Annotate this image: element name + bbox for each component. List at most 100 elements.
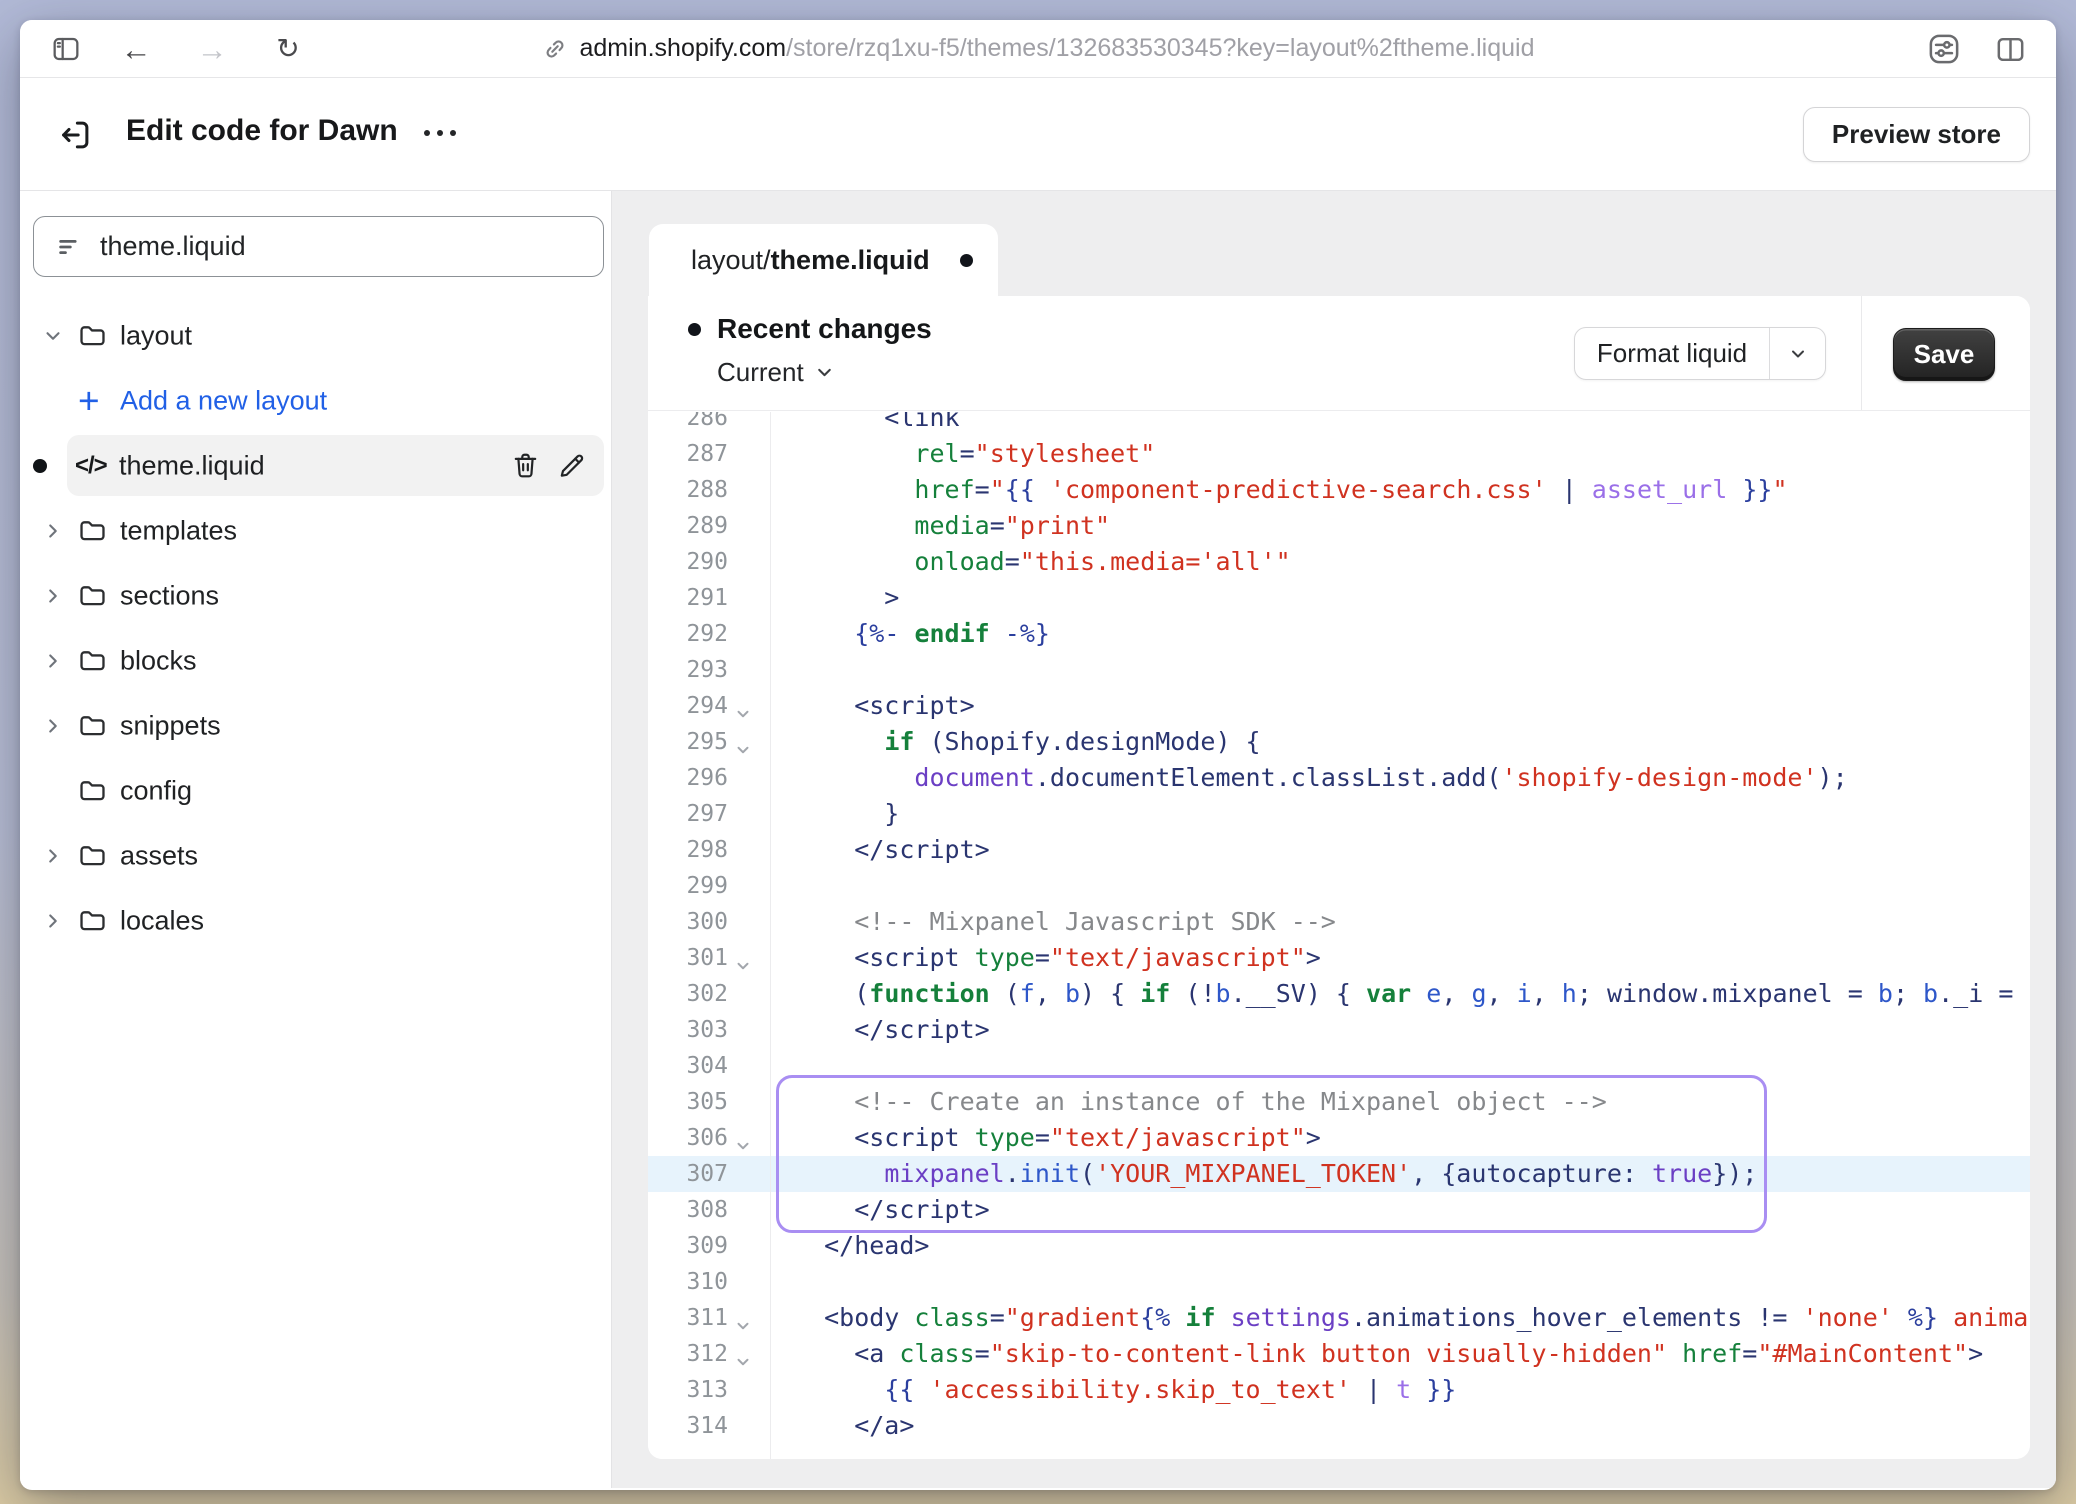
code-text: (function (f, b) { if (!b.__SV) { var e,…	[794, 976, 2030, 1012]
code-text: }	[794, 796, 2030, 832]
sidebar-folder-blocks[interactable]: blocks	[20, 628, 611, 693]
chevron-right-icon[interactable]	[42, 715, 64, 737]
code-text: <a class="skip-to-content-link button vi…	[794, 1336, 2030, 1372]
code-text: {{ 'accessibility.skip_to_text' | t }}	[794, 1372, 2030, 1408]
code-line[interactable]: 303 </script>	[648, 1012, 2030, 1048]
code-line[interactable]: 297 }	[648, 796, 2030, 832]
fold-toggle-icon[interactable]	[734, 733, 764, 753]
code-line[interactable]: 286 <link	[648, 412, 2030, 436]
unsaved-indicator-dot	[33, 459, 47, 473]
tab-file-name: theme.liquid	[771, 245, 930, 276]
folder-icon	[77, 320, 108, 351]
code-text: {%- endif -%}	[794, 616, 2030, 652]
code-line[interactable]: 304	[648, 1048, 2030, 1084]
file-label: theme.liquid	[119, 450, 265, 481]
sidebar-folder-assets[interactable]: assets	[20, 823, 611, 888]
file-search-input[interactable]: theme.liquid	[33, 216, 604, 277]
code-line[interactable]: 313 {{ 'accessibility.skip_to_text' | t …	[648, 1372, 2030, 1408]
fold-toggle-icon[interactable]	[734, 1309, 764, 1329]
split-view-icon[interactable]	[1988, 20, 2032, 78]
browser-sidebar-toggle-icon[interactable]	[44, 20, 88, 78]
fold-spacer	[734, 877, 764, 897]
add-new-layout-button[interactable]: +Add a new layout	[20, 368, 611, 433]
line-number: 296	[648, 760, 728, 796]
version-selector[interactable]: Current	[717, 357, 932, 388]
code-line[interactable]: 309 </head>	[648, 1228, 2030, 1264]
more-options-icon[interactable]	[424, 130, 456, 136]
chevron-right-icon[interactable]	[42, 910, 64, 932]
tab-theme-liquid[interactable]: layout/theme.liquid	[649, 224, 998, 297]
code-line[interactable]: 298 </script>	[648, 832, 2030, 868]
preview-store-button[interactable]: Preview store	[1803, 107, 2030, 162]
back-button-icon[interactable]: ←	[114, 20, 158, 78]
code-line[interactable]: 302 (function (f, b) { if (!b.__SV) { va…	[648, 976, 2030, 1012]
fold-spacer	[734, 913, 764, 933]
browser-toolbar: ← → ↻ admin.shopify.com/store/rzq1xu-f5/…	[20, 20, 2056, 78]
line-number: 309	[648, 1228, 728, 1264]
chevron-right-icon[interactable]	[42, 520, 64, 542]
delete-file-icon[interactable]	[510, 450, 541, 481]
fold-toggle-icon[interactable]	[734, 697, 764, 717]
code-line[interactable]: 299	[648, 868, 2030, 904]
code-line[interactable]: 300 <!-- Mixpanel Javascript SDK -->	[648, 904, 2030, 940]
code-line[interactable]: 307 mixpanel.init('YOUR_MIXPANEL_TOKEN',…	[648, 1156, 2030, 1192]
sidebar-folder-layout[interactable]: layout	[20, 303, 611, 368]
app-header: Edit code for Dawn Preview store	[20, 78, 2056, 191]
code-text: rel="stylesheet"	[794, 436, 2030, 472]
sidebar-folder-snippets[interactable]: snippets	[20, 693, 611, 758]
code-line[interactable]: 306 <script type="text/javascript">	[648, 1120, 2030, 1156]
code-line[interactable]: 296 document.documentElement.classList.a…	[648, 760, 2030, 796]
save-button[interactable]: Save	[1893, 328, 1995, 381]
code-text: </a>	[794, 1408, 2030, 1444]
code-area[interactable]: 286 <link287 rel="stylesheet"288 href="{…	[648, 412, 2030, 1459]
code-line[interactable]: 292 {%- endif -%}	[648, 616, 2030, 652]
editor-card-header: Recent changes Current Format liquid	[648, 296, 2030, 411]
code-line[interactable]: 287 rel="stylesheet"	[648, 436, 2030, 472]
chevron-right-icon[interactable]	[42, 585, 64, 607]
page-settings-icon[interactable]	[1920, 20, 1968, 78]
code-line[interactable]: 310	[648, 1264, 2030, 1300]
fold-toggle-icon[interactable]	[734, 949, 764, 969]
sidebar-folder-locales[interactable]: locales	[20, 888, 611, 953]
chevron-right-icon[interactable]	[42, 650, 64, 672]
line-number: 300	[648, 904, 728, 940]
line-number: 294	[648, 688, 728, 724]
reload-button-icon[interactable]: ↻	[266, 20, 310, 78]
format-liquid-dropdown[interactable]	[1769, 328, 1825, 379]
fold-toggle-icon[interactable]	[734, 1129, 764, 1149]
rename-file-icon[interactable]	[556, 450, 587, 481]
sidebar-folder-templates[interactable]: templates	[20, 498, 611, 563]
forward-button-icon[interactable]: →	[190, 20, 234, 78]
code-line[interactable]: 291 >	[648, 580, 2030, 616]
sidebar-folder-config[interactable]: config	[20, 758, 611, 823]
code-text: <script type="text/javascript">	[794, 940, 2030, 976]
fold-spacer	[734, 769, 764, 789]
line-number: 313	[648, 1372, 728, 1408]
code-line[interactable]: 312 <a class="skip-to-content-link butto…	[648, 1336, 2030, 1372]
format-liquid-button[interactable]: Format liquid	[1574, 327, 1826, 380]
code-line[interactable]: 293	[648, 652, 2030, 688]
code-line[interactable]: 290 onload="this.media='all'"	[648, 544, 2030, 580]
fold-spacer	[734, 625, 764, 645]
address-bar[interactable]: admin.shopify.com/store/rzq1xu-f5/themes…	[542, 34, 1535, 63]
code-line[interactable]: 311 <body class="gradient{% if settings.…	[648, 1300, 2030, 1336]
code-line[interactable]: 314 </a>	[648, 1408, 2030, 1444]
code-line[interactable]: 295 if (Shopify.designMode) {	[648, 724, 2030, 760]
code-line[interactable]: 289 media="print"	[648, 508, 2030, 544]
selected-file-row[interactable]: </>theme.liquid	[67, 435, 604, 496]
code-line[interactable]: 308 </script>	[648, 1192, 2030, 1228]
fold-toggle-icon[interactable]	[734, 1345, 764, 1365]
chevron-down-icon	[814, 362, 835, 383]
code-line[interactable]: 294 <script>	[648, 688, 2030, 724]
file-browser-sidebar: theme.liquid layout+Add a new layout</>t…	[20, 191, 612, 1488]
exit-editor-icon[interactable]	[56, 116, 94, 154]
browser-window: ← → ↻ admin.shopify.com/store/rzq1xu-f5/…	[20, 20, 2056, 1490]
version-selector-value: Current	[717, 357, 804, 388]
code-line[interactable]: 305 <!-- Create an instance of the Mixpa…	[648, 1084, 2030, 1120]
chevron-down-icon[interactable]	[42, 325, 64, 347]
code-line[interactable]: 301 <script type="text/javascript">	[648, 940, 2030, 976]
code-line[interactable]: 288 href="{{ 'component-predictive-searc…	[648, 472, 2030, 508]
fold-spacer	[734, 1093, 764, 1113]
chevron-right-icon[interactable]	[42, 845, 64, 867]
sidebar-folder-sections[interactable]: sections	[20, 563, 611, 628]
